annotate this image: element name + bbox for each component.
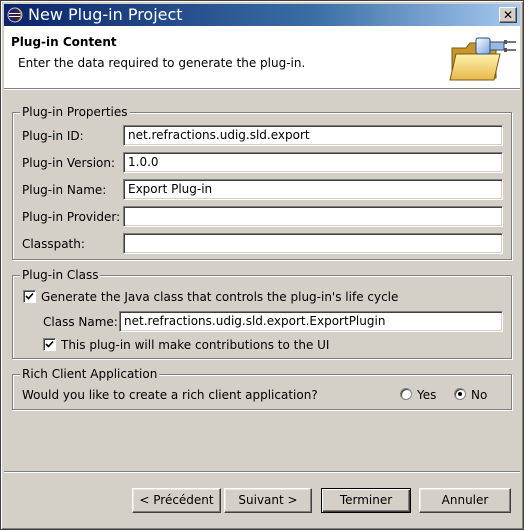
- radio-selected-dot: [458, 392, 462, 396]
- check-icon: [45, 340, 54, 348]
- group-title: Rich Client Application: [20, 367, 160, 381]
- close-icon: ✕: [502, 8, 514, 22]
- back-button[interactable]: < Précédent: [132, 488, 221, 513]
- classpath-field[interactable]: [123, 233, 503, 254]
- generate-class-checkbox[interactable]: [23, 290, 36, 303]
- page-description: Enter the data required to generate the …: [18, 56, 306, 70]
- window-title: New Plug-in Project: [28, 5, 183, 24]
- plugin-provider-field[interactable]: [123, 206, 503, 227]
- banner-separator: [4, 89, 520, 90]
- rich-client-no-radio[interactable]: [454, 388, 466, 400]
- plugin-provider-label: Plug-in Provider:: [22, 210, 121, 224]
- finish-button[interactable]: Terminer: [321, 488, 411, 513]
- class-name-label: Class Name:: [43, 315, 118, 329]
- ui-contributions-label[interactable]: This plug-in will make contributions to …: [61, 337, 329, 353]
- class-name-field[interactable]: net.refractions.udig.sld.export.ExportPl…: [119, 311, 503, 332]
- plugin-version-field[interactable]: 1.0.0: [123, 152, 503, 173]
- rich-client-yes-label[interactable]: Yes: [417, 387, 436, 403]
- plugin-version-label: Plug-in Version:: [22, 156, 116, 170]
- next-button[interactable]: Suivant >: [224, 488, 312, 513]
- cancel-button[interactable]: Annuler: [419, 488, 511, 513]
- classpath-label: Classpath:: [22, 237, 85, 251]
- group-title: Plug-in Class: [20, 268, 101, 282]
- page-title: Plug-in Content: [11, 35, 117, 49]
- plugin-id-field[interactable]: net.refractions.udig.sld.export: [123, 125, 503, 146]
- check-icon: [25, 292, 34, 300]
- rich-client-yes-radio[interactable]: [400, 388, 412, 400]
- rich-client-question: Would you like to create a rich client a…: [22, 388, 318, 402]
- folder-plug-icon: [446, 28, 518, 86]
- group-title: Plug-in Properties: [20, 105, 130, 119]
- plugin-name-field[interactable]: Export Plug-in: [123, 179, 503, 200]
- wizard-banner: Plug-in Content Enter the data required …: [4, 26, 520, 89]
- button-bar-separator: [4, 471, 520, 473]
- ui-contributions-checkbox[interactable]: [43, 338, 56, 351]
- close-button[interactable]: ✕: [499, 7, 517, 23]
- wizard-dialog: New Plug-in Project ✕ Plug-in Content En…: [0, 0, 524, 530]
- eclipse-icon: [7, 7, 23, 23]
- plugin-name-label: Plug-in Name:: [22, 183, 107, 197]
- rich-client-no-label[interactable]: No: [471, 387, 487, 403]
- title-bar[interactable]: New Plug-in Project ✕: [4, 4, 520, 26]
- generate-class-label[interactable]: Generate the Java class that controls th…: [41, 289, 398, 305]
- plugin-id-label: Plug-in ID:: [22, 129, 84, 143]
